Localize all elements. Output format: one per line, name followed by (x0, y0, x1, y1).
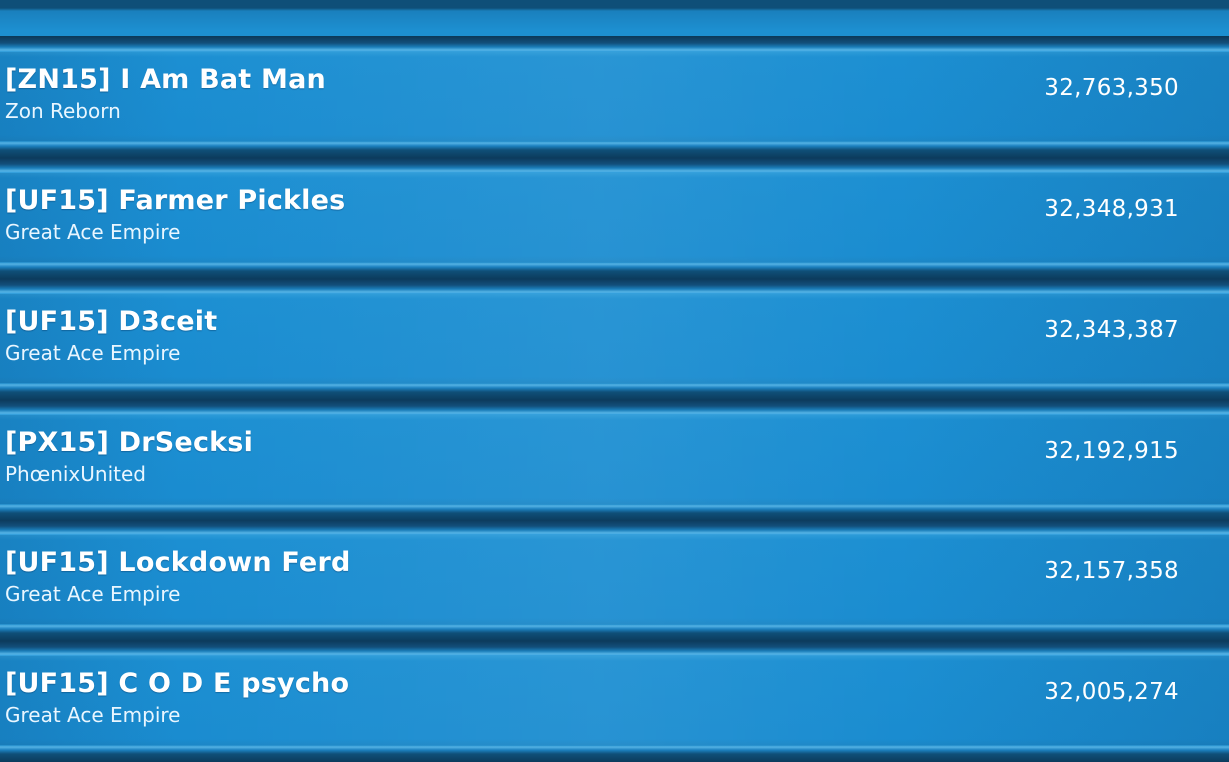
score: 32,192,915 (1044, 438, 1179, 464)
player-name: [UF15] Lockdown Ferd (5, 547, 351, 578)
leaderboard-row[interactable]: [UF15] Lockdown Ferd Great Ace Empire 32… (0, 520, 1229, 641)
score: 32,005,274 (1044, 679, 1179, 705)
player-name: [UF15] D3ceit (5, 306, 218, 337)
leaderboard-row[interactable]: [UF15] C O D E psycho Great Ace Empire 3… (0, 641, 1229, 762)
player-name: [UF15] C O D E psycho (5, 668, 350, 699)
leaderboard-row[interactable]: [UF15] D3ceit Great Ace Empire 32,343,38… (0, 279, 1229, 400)
team-name: Great Ace Empire (5, 341, 181, 365)
leaderboard-row[interactable]: [ZN15] I Am Bat Man Zon Reborn 32,763,35… (0, 37, 1229, 158)
player-name: [ZN15] I Am Bat Man (5, 64, 326, 95)
team-name: Great Ace Empire (5, 582, 181, 606)
leaderboard-list: [ZN15] I Am Bat Man Zon Reborn 32,763,35… (0, 0, 1229, 762)
leaderboard-row[interactable]: [PX15] DrSecksi PhœnixUnited 32,192,915 (0, 400, 1229, 521)
score: 32,157,358 (1044, 558, 1179, 584)
leaderboard-row[interactable]: [UF15] Farmer Pickles Great Ace Empire 3… (0, 158, 1229, 279)
team-name: Great Ace Empire (5, 703, 181, 727)
score: 32,348,931 (1044, 196, 1179, 222)
player-name: [PX15] DrSecksi (5, 427, 254, 458)
team-name: Zon Reborn (5, 99, 121, 123)
team-name: Great Ace Empire (5, 220, 181, 244)
team-name: PhœnixUnited (5, 462, 146, 486)
player-name: [UF15] Farmer Pickles (5, 185, 346, 216)
score: 32,763,350 (1044, 75, 1179, 101)
score: 32,343,387 (1044, 317, 1179, 343)
